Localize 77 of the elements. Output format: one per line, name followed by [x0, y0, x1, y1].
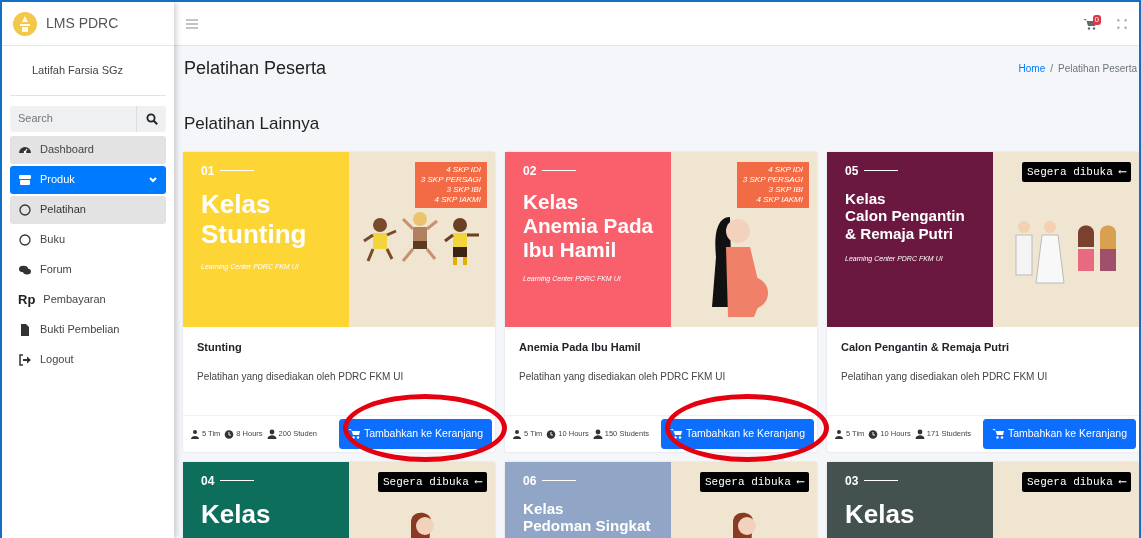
- sidebar-item[interactable]: Produk: [10, 165, 166, 194]
- rule-line: [542, 170, 577, 172]
- breadcrumb-separator: /: [1050, 62, 1054, 77]
- course-description: Pelatihan yang disediakan oleh PDRC FKM UI: [519, 370, 727, 385]
- sidebar-item[interactable]: Rp Pembayaran: [10, 285, 166, 314]
- search-button[interactable]: [136, 105, 166, 132]
- course-number: 05: [845, 163, 859, 180]
- logout-icon: [18, 352, 32, 367]
- file-icon: [18, 322, 32, 337]
- cart-icon: [669, 428, 682, 440]
- banner-title: Kelas Pedoman Singkat: [523, 499, 652, 535]
- rule-line: [542, 480, 577, 482]
- fullscreen-icon: [1117, 18, 1127, 29]
- banner-title: Kelas Anemia Pada Ibu Hamil: [523, 190, 655, 262]
- add-to-cart-button[interactable]: Tambahkan ke Keranjang: [338, 419, 492, 449]
- rule-line: [864, 170, 899, 172]
- banner-title: Kelas Calon Pengantin & Remaja Putri: [845, 190, 966, 243]
- logo-icon: [12, 10, 38, 37]
- rupiah-icon: Rp: [18, 289, 36, 310]
- banner-title: Kelas: [201, 499, 272, 530]
- user-icon: [914, 428, 925, 439]
- rule-line: [864, 480, 899, 482]
- clock-icon: [224, 428, 235, 439]
- breadcrumb-link[interactable]: Home: [1018, 61, 1046, 77]
- sidebar-item[interactable]: Logout: [10, 345, 166, 374]
- coming-soon-tag: Segera dibuka ⟵: [699, 471, 809, 493]
- circle-icon: [18, 202, 32, 217]
- credit-points-tag: 4 SKP IDI 3 SKP PERSAGI 3 SKP IBI 4 SKP IAKMI: [414, 162, 487, 208]
- course-number: 04: [201, 472, 215, 490]
- sidebar-item[interactable]: Dashboard: [10, 135, 166, 164]
- course-description: Pelatihan yang disediakan oleh PDRC FKM UI: [197, 370, 405, 385]
- course-title: Anemia Pada Ibu Hamil: [519, 340, 642, 355]
- search-field[interactable]: Search: [10, 105, 136, 132]
- banner-title: Kelas: [845, 499, 916, 530]
- course-description: Pelatihan yang disediakan oleh PDRC FKM UI: [841, 370, 1049, 385]
- team-icon: [512, 428, 522, 439]
- course-number: 03: [845, 472, 859, 490]
- credit-points-tag: 4 SKP IDI 3 SKP PERSAGI 3 SKP IBI 4 SKP IAKMI: [736, 162, 809, 208]
- woman-illustration-drawing: [733, 512, 756, 538]
- cart-icon: [347, 428, 360, 440]
- banner-title: Kelas Stunting: [201, 190, 308, 250]
- course-number: 02: [523, 163, 537, 180]
- rule-line: [220, 170, 255, 172]
- rule-line: [220, 480, 255, 482]
- sidebar-item[interactable]: Forum: [10, 255, 166, 284]
- add-to-cart-button[interactable]: Tambahkan ke Keranjang: [660, 419, 814, 449]
- coming-soon-tag: Segera dibuka ⟵: [1021, 162, 1131, 183]
- cart-icon: [991, 428, 1004, 440]
- user-name: Latifah Farsia SGz: [10, 46, 166, 96]
- page-title: Pelatihan Peserta: [184, 58, 327, 80]
- course-title: Calon Pengantin & Remaja Putri: [841, 340, 1011, 355]
- course-number: 01: [201, 163, 215, 180]
- add-to-cart-button[interactable]: Tambahkan ke Keranjang: [982, 419, 1136, 449]
- store-icon: [18, 172, 32, 187]
- sidebar-item[interactable]: Buku: [10, 225, 166, 254]
- clock-icon: [868, 428, 879, 439]
- coming-soon-tag: Segera dibuka ⟵: [377, 471, 487, 493]
- team-icon: [834, 428, 844, 439]
- menu-icon: [186, 18, 198, 29]
- chevron-icon: [148, 174, 158, 185]
- breadcrumb-current: Pelatihan Peserta: [1058, 62, 1137, 77]
- user-icon: [266, 428, 277, 439]
- cart-button[interactable]: 0: [1082, 17, 1101, 30]
- user-icon: [592, 428, 603, 439]
- sidebar-item[interactable]: Bukti Pembelian: [10, 315, 166, 344]
- team-icon: [190, 428, 200, 439]
- sidebar-item[interactable]: Pelatihan: [10, 195, 166, 224]
- coming-soon-tag: Segera dibuka ⟵: [1021, 471, 1131, 493]
- section-title: Pelatihan Lainnya: [184, 113, 321, 134]
- brand-name: LMS PDRC: [46, 14, 119, 33]
- cart-count-badge: 0: [1092, 14, 1101, 25]
- woman-illustration-drawing: [411, 512, 434, 538]
- course-number: 06: [523, 472, 537, 490]
- course-title: Stunting: [197, 340, 243, 355]
- clock-icon: [546, 428, 557, 439]
- circle-icon: [18, 232, 32, 247]
- search-icon: [145, 112, 158, 125]
